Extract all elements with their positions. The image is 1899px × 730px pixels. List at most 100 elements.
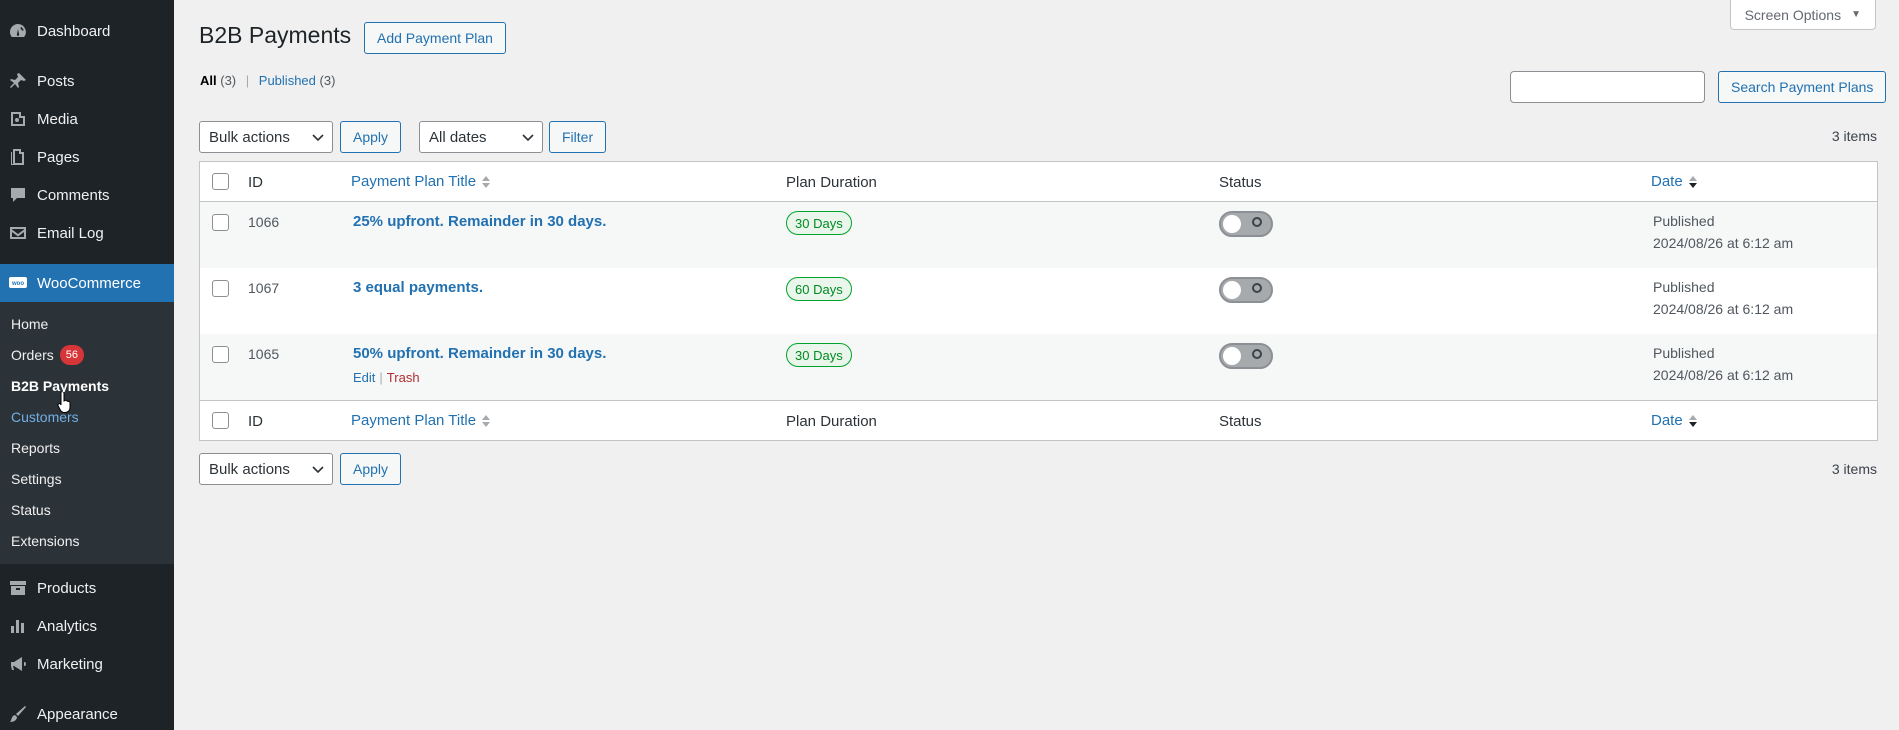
row-title-link[interactable]: 25% upfront. Remainder in 30 days. [353,213,606,230]
screen-options-button[interactable]: Screen Options ▼ [1729,0,1876,30]
menu-label: Analytics [37,617,98,635]
column-title-label: Payment Plan Title [351,173,477,190]
apply-button-top[interactable]: Apply [340,121,402,153]
status-toggle[interactable] [1219,277,1273,303]
apply-button-bottom[interactable]: Apply [340,453,402,485]
main-content: Screen Options ▼ B2B Payments Add Paymen… [174,0,1899,730]
row-date-value: 2024/08/26 at 6:12 am [1653,235,1794,251]
menu-label: Pages [37,148,80,166]
menu-pages[interactable]: Pages [0,138,174,176]
filter-button[interactable]: Filter [549,121,607,153]
submenu-reports[interactable]: Reports [0,432,174,463]
off-indicator-icon [1252,217,1262,227]
pages-icon [7,146,29,168]
add-payment-plan-button[interactable]: Add Payment Plan [364,22,506,54]
menu-posts[interactable]: Posts [0,62,174,100]
orders-count-badge: 56 [59,344,85,365]
submenu-customers[interactable]: Customers [0,401,174,432]
submenu-home[interactable]: Home [0,308,174,339]
submenu-settings[interactable]: Settings [0,463,174,494]
toggle-knob [1223,281,1241,299]
toggle-knob [1223,347,1241,365]
row-id: 1066 [248,214,280,230]
column-id: ID [248,174,263,191]
sort-desc-icon [1688,175,1697,188]
page-title: B2B Payments [199,22,352,48]
row-date: Published 2024/08/26 at 6:12 am [1653,342,1793,386]
menu-analytics[interactable]: Analytics [0,607,174,645]
search-payment-plans-button[interactable]: Search Payment Plans [1718,71,1887,103]
submenu-orders[interactable]: Orders 56 [0,339,174,370]
submenu-status[interactable]: Status [0,494,174,525]
menu-email-log[interactable]: Email Log [0,214,174,252]
column-date-sort[interactable]: Date [1651,173,1698,190]
divider: | [245,73,250,88]
duration-pill: 30 Days [786,343,852,367]
menu-dashboard[interactable]: Dashboard [0,12,174,50]
menu-woocommerce[interactable]: woo WooCommerce [0,264,174,302]
column-status: Status [1219,174,1262,191]
menu-media[interactable]: Media [0,100,174,138]
menu-label: Posts [37,72,75,90]
column-title-sort[interactable]: Payment Plan Title [351,412,491,429]
column-date-label: Date [1651,173,1683,190]
toggle-knob [1223,215,1241,233]
search-input[interactable] [1510,71,1705,103]
filter-published-link[interactable]: Published [259,73,316,88]
column-duration: Plan Duration [786,174,877,191]
status-toggle[interactable] [1219,343,1273,369]
paintbrush-icon [7,703,29,725]
submenu-b2b-payments[interactable]: B2B Payments [0,370,174,401]
table-row: 1065 50% upfront. Remainder in 30 days. … [200,334,1877,400]
menu-label: WooCommerce [37,274,141,292]
hand-cursor-icon [57,392,71,413]
select-all-checkbox-footer[interactable] [212,412,229,429]
bulk-actions-select-bottom[interactable]: Bulk actions [199,453,333,485]
items-count-top: 3 items [1831,128,1877,144]
bar-chart-icon [7,615,29,637]
archive-icon [7,577,29,599]
row-checkbox[interactable] [212,214,229,231]
comment-icon [7,184,29,206]
menu-products[interactable]: Products [0,569,174,607]
row-id: 1067 [248,280,280,296]
sort-icon [482,414,491,427]
table-row: 1067 3 equal payments. 60 Days Published… [200,268,1877,334]
row-checkbox[interactable] [212,280,229,297]
woocommerce-submenu: Home Orders 56 B2B Payments Customers Re… [0,302,174,564]
menu-comments[interactable]: Comments [0,176,174,214]
sort-desc-icon [1688,414,1697,427]
bulk-actions-select[interactable]: Bulk actions [199,121,333,153]
row-title-link[interactable]: 50% upfront. Remainder in 30 days. [353,345,606,362]
submenu-extensions[interactable]: Extensions [0,525,174,556]
trash-link[interactable]: Trash [387,370,420,385]
table-footer-row: ID Payment Plan Title Plan Duration Stat… [200,400,1877,440]
column-title-label: Payment Plan Title [351,412,477,429]
column-date-sort[interactable]: Date [1651,412,1698,429]
select-all-checkbox[interactable] [212,173,229,190]
row-checkbox[interactable] [212,346,229,363]
off-indicator-icon [1252,349,1262,359]
media-icon [7,108,29,130]
row-date-value: 2024/08/26 at 6:12 am [1653,301,1794,317]
duration-pill: 30 Days [786,211,852,235]
duration-pill: 60 Days [786,277,852,301]
menu-appearance[interactable]: Appearance [0,695,174,730]
column-duration: Plan Duration [786,413,877,430]
row-title-link[interactable]: 3 equal payments. [353,279,483,296]
column-title-sort[interactable]: Payment Plan Title [351,173,491,190]
row-date-status: Published [1653,279,1715,295]
menu-label: Email Log [37,224,104,242]
status-toggle[interactable] [1219,211,1273,237]
chevron-down-icon [312,134,324,142]
menu-label: Products [37,579,97,597]
filter-all-link[interactable]: All [200,73,217,88]
date-filter-select[interactable]: All dates [419,121,543,153]
admin-sidebar: Dashboard Posts Media Pages Comments Ema… [0,0,174,730]
status-filter-links: All (3) | Published (3) [200,73,335,88]
off-indicator-icon [1252,283,1262,293]
menu-marketing[interactable]: Marketing [0,645,174,683]
menu-label: Marketing [37,655,103,673]
menu-label: Comments [37,186,110,204]
edit-link[interactable]: Edit [353,370,375,385]
